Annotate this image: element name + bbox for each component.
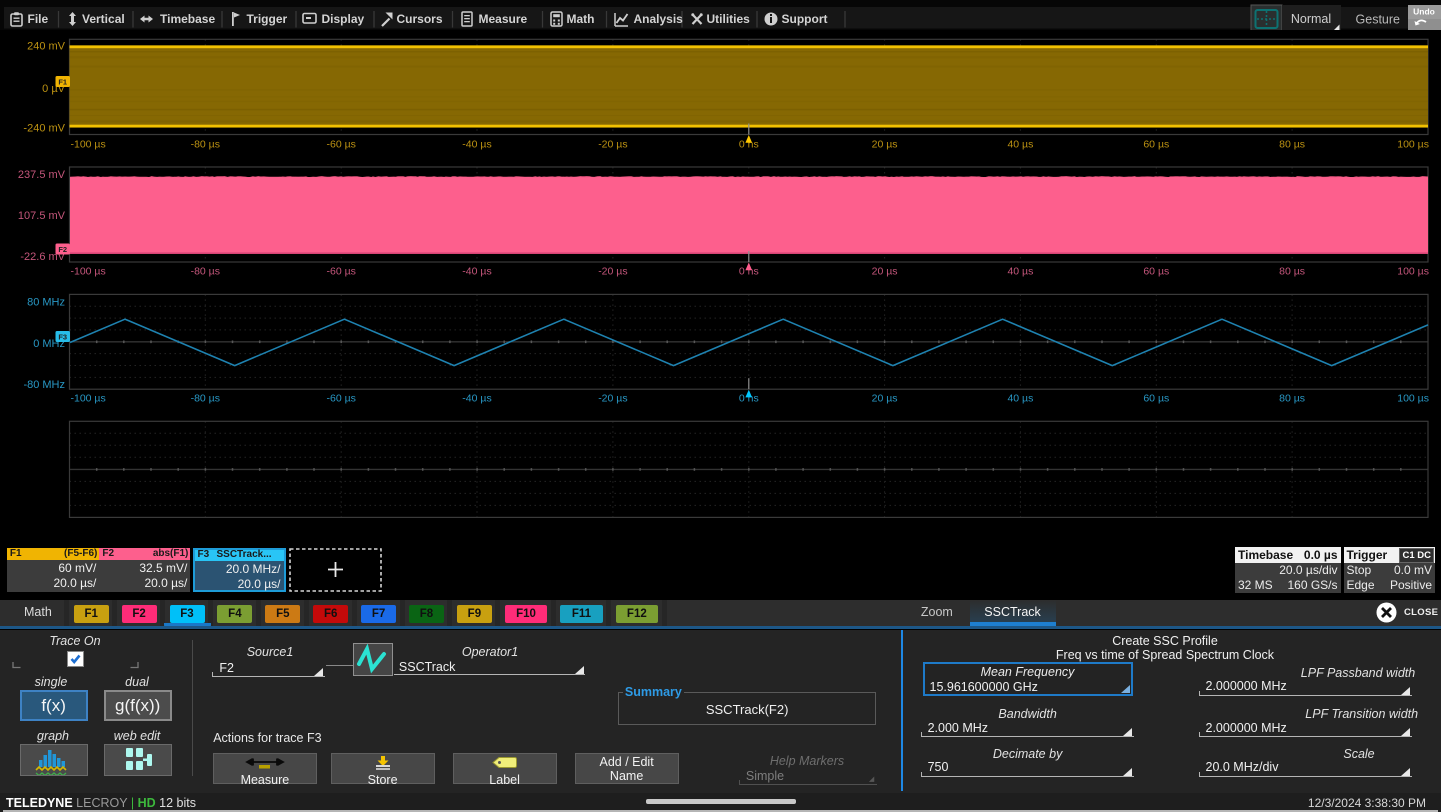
svg-text:80 MHz: 80 MHz: [27, 297, 65, 309]
svg-text:-80 µs: -80 µs: [191, 393, 220, 405]
svg-text:80 µs: 80 µs: [1279, 139, 1305, 151]
svg-text:F2: F2: [58, 245, 67, 254]
svg-text:-60 µs: -60 µs: [326, 266, 355, 278]
svg-text:F1: F1: [58, 78, 67, 87]
svg-text:80 µs: 80 µs: [1279, 266, 1305, 278]
svg-text:60 µs: 60 µs: [1143, 266, 1169, 278]
svg-text:107.5 mV: 107.5 mV: [18, 210, 66, 222]
svg-text:80 µs: 80 µs: [1279, 393, 1305, 405]
svg-text:20 µs: 20 µs: [872, 266, 898, 278]
svg-text:-100 µs: -100 µs: [71, 393, 106, 405]
svg-text:-100 µs: -100 µs: [71, 266, 106, 278]
svg-text:20 µs: 20 µs: [872, 139, 898, 151]
svg-text:-40 µs: -40 µs: [462, 266, 491, 278]
svg-text:20 µs: 20 µs: [872, 393, 898, 405]
svg-text:240 mV: 240 mV: [27, 41, 66, 53]
svg-text:100 µs: 100 µs: [1397, 139, 1429, 151]
svg-text:-20 µs: -20 µs: [598, 139, 627, 151]
svg-text:-240 mV: -240 mV: [23, 123, 65, 135]
svg-text:100 µs: 100 µs: [1397, 393, 1429, 405]
svg-text:60 µs: 60 µs: [1143, 393, 1169, 405]
svg-text:-60 µs: -60 µs: [326, 139, 355, 151]
svg-text:-20 µs: -20 µs: [598, 266, 627, 278]
svg-text:-40 µs: -40 µs: [462, 139, 491, 151]
svg-text:-40 µs: -40 µs: [462, 393, 491, 405]
svg-text:60 µs: 60 µs: [1143, 139, 1169, 151]
svg-text:40 µs: 40 µs: [1007, 266, 1033, 278]
svg-text:237.5 mV: 237.5 mV: [18, 169, 66, 181]
svg-text:-100 µs: -100 µs: [71, 139, 106, 151]
svg-text:F3: F3: [58, 333, 67, 342]
svg-text:-60 µs: -60 µs: [326, 393, 355, 405]
svg-text:100 µs: 100 µs: [1397, 266, 1429, 278]
svg-text:40 µs: 40 µs: [1007, 139, 1033, 151]
svg-text:-80 MHz: -80 MHz: [23, 379, 65, 391]
svg-text:-80 µs: -80 µs: [191, 266, 220, 278]
svg-text:-20 µs: -20 µs: [598, 393, 627, 405]
svg-text:-80 µs: -80 µs: [191, 139, 220, 151]
svg-text:40 µs: 40 µs: [1007, 393, 1033, 405]
